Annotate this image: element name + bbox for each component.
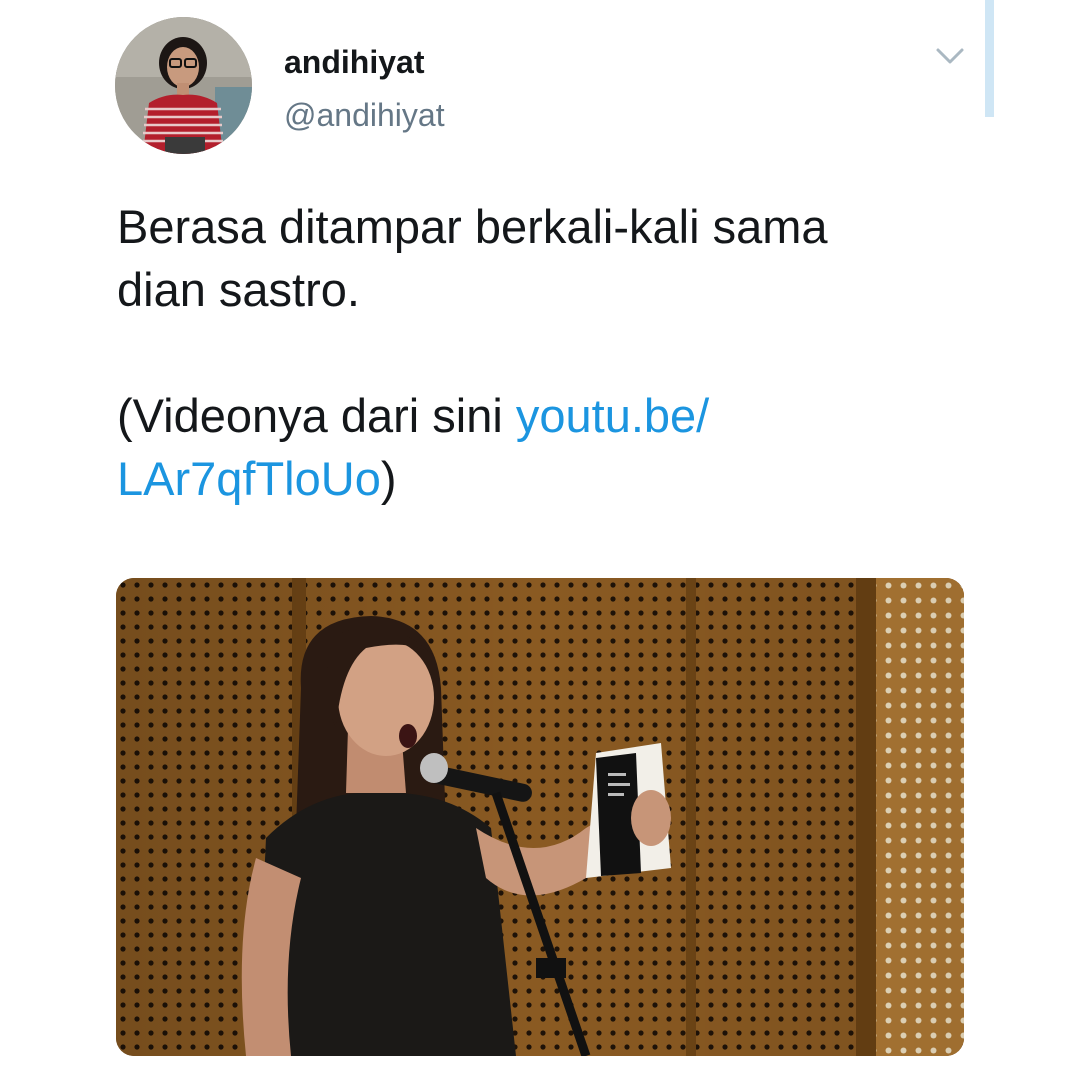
tweet-text: Berasa ditampar berkali-kali sama dian sa… bbox=[117, 195, 997, 510]
tweet-paragraph: (Videonya dari sini youtu.be/LAr7qfTloUo… bbox=[117, 384, 997, 510]
display-name[interactable]: andihiyat bbox=[284, 42, 424, 82]
avatar[interactable] bbox=[115, 17, 252, 154]
chevron-down-icon[interactable] bbox=[930, 38, 970, 74]
tweet-paragraph: Berasa ditampar berkali-kali sama dian sa… bbox=[117, 195, 997, 321]
tweet-text-prefix: (Videonya dari sini bbox=[117, 389, 516, 442]
tweet-text-suffix: ) bbox=[380, 452, 397, 505]
scroll-indicator[interactable] bbox=[985, 0, 994, 117]
user-handle[interactable]: @andihiyat bbox=[284, 95, 445, 135]
video-link[interactable]: LAr7qfTloUo bbox=[117, 452, 381, 505]
video-link[interactable]: youtu.be/ bbox=[516, 389, 709, 442]
media-thumbnail[interactable] bbox=[116, 578, 964, 1056]
tweet-line: Berasa ditampar berkali-kali sama bbox=[117, 200, 828, 253]
tweet-line: dian sastro. bbox=[117, 263, 360, 316]
